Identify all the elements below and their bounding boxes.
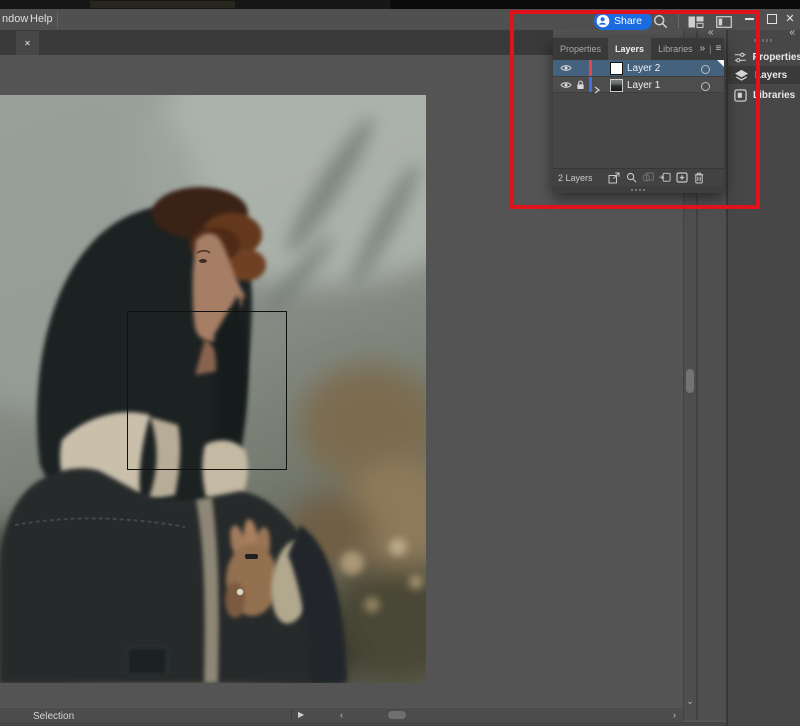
panel-tab-libraries[interactable]: Libraries: [651, 38, 700, 60]
close-icon: ✕: [24, 39, 31, 48]
minimize-icon: [745, 18, 754, 20]
current-tool-label: Selection: [33, 711, 74, 722]
menu-item-help[interactable]: Help: [30, 13, 53, 25]
layer-row-layer2[interactable]: Layer 2: [553, 60, 724, 77]
make-clipping-mask-button[interactable]: [642, 172, 654, 184]
new-layer-icon: [676, 172, 688, 183]
layer-name[interactable]: Layer 1: [627, 80, 660, 91]
layer-thumbnail[interactable]: [610, 79, 623, 92]
layers-panel: Properties Layers Libraries » | ≡: [553, 38, 724, 193]
new-sublayer-icon: [659, 172, 671, 183]
right-dock: « Properties Layers Libraries: [726, 26, 800, 726]
document-tab-close-button[interactable]: ✕: [16, 31, 39, 55]
layers-panel-footer: 2 Layers: [553, 168, 724, 186]
trash-icon: [694, 172, 704, 184]
close-button[interactable]: ✕: [781, 9, 799, 29]
layer-row-layer1[interactable]: Layer 1: [553, 77, 724, 93]
layer-color-bar: [589, 60, 592, 76]
eye-icon: [560, 81, 572, 89]
layer-count: 2 Layers: [558, 173, 593, 183]
target-circle[interactable]: [701, 82, 710, 91]
desktop-edge-strip: [0, 0, 800, 9]
search-button[interactable]: [653, 14, 668, 29]
dock-item-label: Libraries: [753, 90, 795, 101]
layer-list-empty-area: [553, 95, 724, 168]
dock-item-libraries[interactable]: Libraries: [728, 86, 800, 104]
panel-resize-handle[interactable]: [553, 186, 724, 193]
status-bar: Selection ▶ ‹ ›: [0, 707, 683, 722]
workspace-switcher-button[interactable]: [716, 16, 732, 28]
magnifier-icon: [626, 172, 637, 183]
sliders-icon: [734, 51, 747, 64]
vertical-scrollbar-thumb[interactable]: [686, 369, 694, 393]
locate-object-button[interactable]: [625, 172, 637, 184]
layer-list: Layer 2: [553, 60, 724, 93]
libraries-icon: [734, 89, 747, 102]
application-window: ⌄ « « Properties Layers: [0, 0, 800, 726]
layers-icon: [734, 69, 749, 82]
scroll-right-icon[interactable]: ›: [673, 710, 676, 720]
maximize-icon: [767, 14, 777, 24]
menu-item-window[interactable]: ndow: [2, 13, 28, 25]
dock-item-label: Properties: [753, 52, 800, 63]
panel-tab-layers[interactable]: Layers: [608, 38, 651, 60]
dock-item-layers[interactable]: Layers: [728, 66, 800, 84]
dock-item-label: Layers: [755, 70, 787, 81]
eye-icon: [560, 64, 572, 72]
panel-menu-icon[interactable]: ≡: [715, 44, 721, 54]
arrange-documents-button[interactable]: [688, 16, 704, 28]
scroll-down-icon[interactable]: ⌄: [684, 694, 696, 708]
lock-toggle[interactable]: [575, 80, 586, 90]
workspace-grid-icon: [688, 16, 704, 28]
document-tab-bar: ✕: [0, 30, 553, 55]
new-layer-button[interactable]: [676, 172, 688, 184]
lock-icon: [576, 80, 585, 90]
panel-divider: |: [709, 44, 711, 54]
menubar-divider: [678, 13, 679, 28]
panel-corner-indicator: [717, 60, 724, 67]
maximize-button[interactable]: [763, 9, 781, 29]
layer-name[interactable]: Layer 2: [627, 63, 660, 74]
minimize-button[interactable]: [740, 9, 758, 29]
visibility-toggle[interactable]: [558, 64, 574, 72]
menu-bar: ndow Help Share: [0, 9, 800, 30]
delete-layer-button[interactable]: [693, 172, 705, 184]
new-sublayer-button[interactable]: [659, 172, 671, 184]
layer-color-bar: [589, 77, 592, 92]
visibility-toggle[interactable]: [558, 81, 574, 89]
panel-overflow-icon[interactable]: »: [700, 44, 706, 54]
selection-marquee: [127, 311, 287, 470]
scroll-left-icon[interactable]: ‹: [340, 710, 343, 720]
panel-tab-bar: Properties Layers Libraries » | ≡: [553, 38, 724, 60]
clipping-mask-icon: [642, 172, 654, 183]
window-bottom-edge: [0, 722, 726, 726]
dock-item-properties[interactable]: Properties: [728, 48, 800, 66]
share-button[interactable]: Share: [594, 12, 652, 30]
collect-for-export-button[interactable]: [608, 172, 620, 184]
status-menu-arrow-icon[interactable]: ▶: [298, 710, 304, 719]
target-circle[interactable]: [701, 65, 710, 74]
share-label: Share: [614, 15, 642, 27]
menu-divider: [57, 12, 58, 28]
share-person-icon: [596, 14, 610, 28]
dock-drag-handle[interactable]: [754, 39, 772, 42]
status-divider: [291, 709, 292, 721]
layer-thumbnail[interactable]: [610, 62, 623, 75]
search-icon: [653, 14, 668, 29]
panel-layout-icon: [716, 16, 732, 28]
export-icon: [608, 172, 620, 184]
window-close-icon: ✕: [785, 14, 794, 25]
panel-tab-properties[interactable]: Properties: [553, 38, 608, 60]
horizontal-scrollbar-thumb[interactable]: [388, 711, 406, 719]
